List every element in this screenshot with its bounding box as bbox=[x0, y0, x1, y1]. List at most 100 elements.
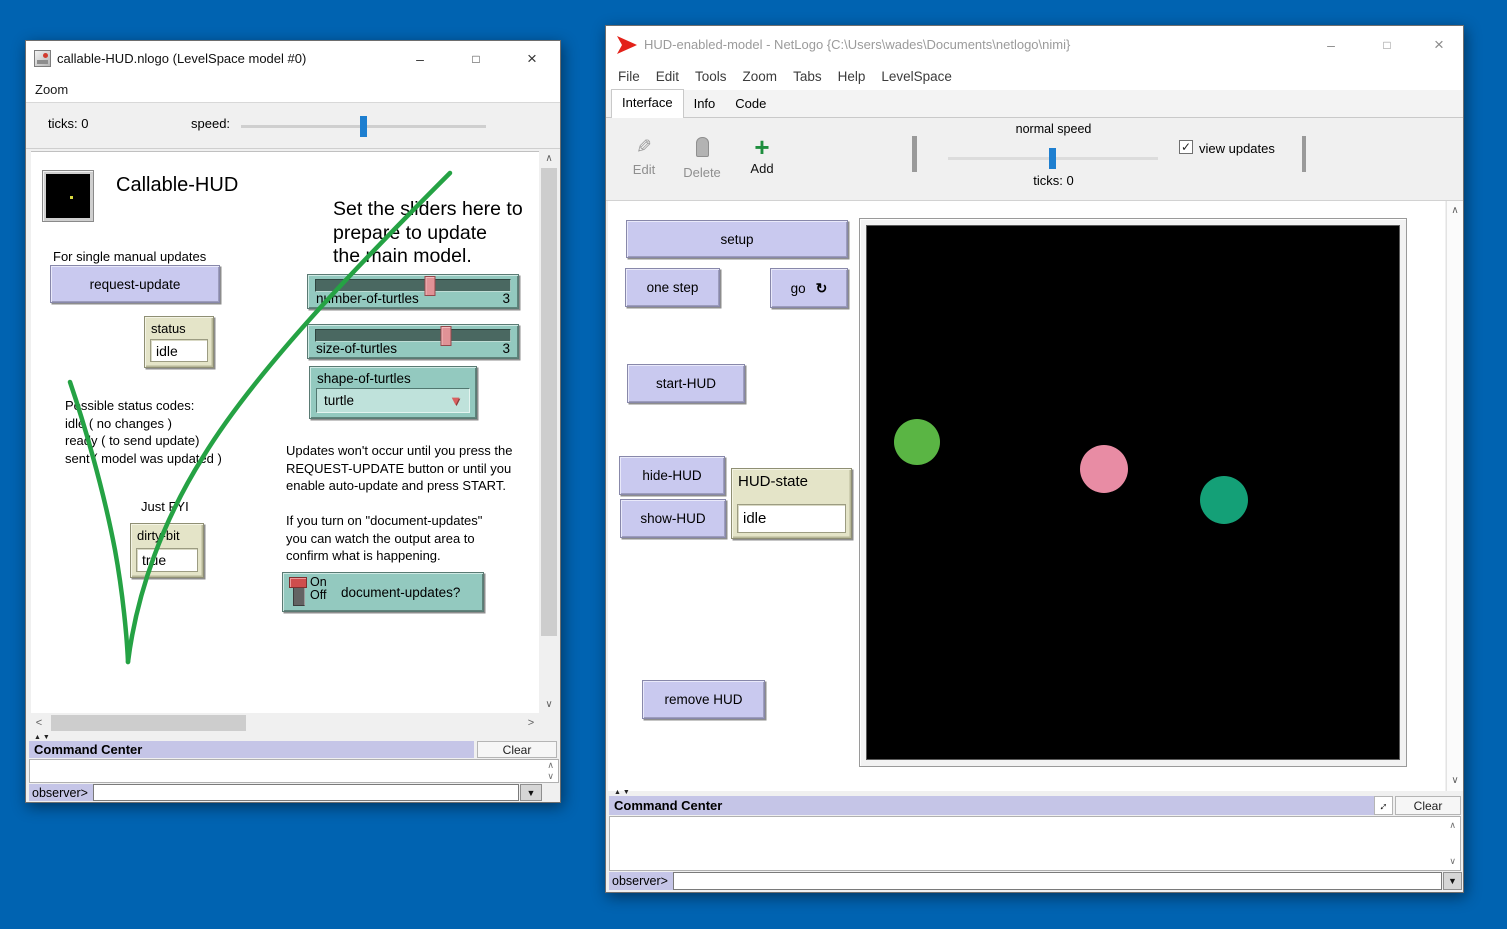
netlogo-menubar: File Edit Tools Zoom Tabs Help LevelSpac… bbox=[606, 63, 1463, 90]
slider-label: number-of-turtles bbox=[316, 291, 419, 306]
close-icon[interactable]: × bbox=[1415, 26, 1463, 63]
netlogo-logo-icon bbox=[616, 35, 638, 55]
model-window-icon bbox=[34, 50, 51, 67]
menu-zoom[interactable]: Zoom bbox=[26, 82, 77, 97]
menu-levelspace[interactable]: LevelSpace bbox=[873, 69, 960, 84]
menu-help[interactable]: Help bbox=[830, 69, 874, 84]
view-updates-checkbox[interactable]: ✓ bbox=[1179, 140, 1193, 154]
menu-zoom[interactable]: Zoom bbox=[735, 69, 786, 84]
scrollbar-thumb[interactable] bbox=[541, 168, 557, 636]
hud-state-value: idle bbox=[737, 504, 846, 533]
sliders-note: Set the sliders here to prepare to updat… bbox=[333, 198, 523, 269]
minimize-icon[interactable]: – bbox=[1303, 26, 1359, 63]
status-codes-line: idle ( no changes ) bbox=[65, 415, 222, 433]
minimize-icon[interactable]: – bbox=[392, 41, 448, 76]
scroll-up-icon[interactable]: ∧ bbox=[1449, 820, 1456, 831]
maximize-icon[interactable]: □ bbox=[1359, 26, 1415, 63]
sliders-note-line: the main model. bbox=[333, 245, 523, 269]
netlogo-window-title: HUD-enabled-model - NetLogo {C:\Users\wa… bbox=[644, 37, 1070, 52]
hud-toolbar: ticks: 0 speed: bbox=[26, 103, 560, 149]
updates-note: Updates won't occur until you press the … bbox=[286, 442, 513, 495]
scroll-down-icon[interactable]: ∨ bbox=[1449, 856, 1456, 867]
remove-hud-button[interactable]: remove HUD bbox=[642, 680, 765, 719]
scroll-up-icon[interactable]: ∧ bbox=[1447, 203, 1463, 219]
eraser-icon bbox=[696, 137, 709, 157]
interface-vertical-scrollbar[interactable]: ∧ ∨ bbox=[1446, 201, 1463, 791]
hud-model-window: callable-HUD.nlogo (LevelSpace model #0)… bbox=[25, 40, 561, 803]
switch-knob[interactable] bbox=[289, 577, 307, 588]
splitter-handle[interactable]: ▲▼ bbox=[614, 789, 632, 796]
go-label: go bbox=[791, 281, 806, 296]
updates-note-line: enable auto-update and press START. bbox=[286, 477, 513, 495]
document-updates-switch[interactable]: On Off document-updates? bbox=[282, 572, 484, 612]
main-speed-slider-handle[interactable] bbox=[1049, 148, 1056, 169]
hide-hud-button[interactable]: hide-HUD bbox=[619, 456, 725, 495]
world-view-canvas[interactable] bbox=[866, 225, 1400, 760]
scroll-down-icon[interactable]: ∨ bbox=[1447, 773, 1463, 789]
document-note-line: you can watch the output area to bbox=[286, 530, 482, 548]
setup-button[interactable]: setup bbox=[626, 220, 848, 258]
menu-tools[interactable]: Tools bbox=[687, 69, 735, 84]
status-codes-line: ready ( to send update) bbox=[65, 432, 222, 450]
menu-edit[interactable]: Edit bbox=[648, 69, 687, 84]
scroll-down-icon[interactable]: ∨ bbox=[539, 697, 559, 713]
scroll-right-icon[interactable]: > bbox=[523, 713, 539, 733]
command-output[interactable]: ∧ ∨ bbox=[609, 816, 1461, 871]
sliders-note-line: prepare to update bbox=[333, 222, 523, 246]
shape-chooser[interactable]: shape-of-turtles turtle ▼ bbox=[309, 366, 477, 419]
world-view[interactable] bbox=[859, 218, 1407, 767]
chooser-value: turtle bbox=[324, 393, 354, 408]
command-history-dropdown-icon[interactable]: ▼ bbox=[1443, 872, 1462, 890]
scroll-up-icon[interactable]: ∧ bbox=[539, 151, 559, 167]
command-center-header: Command Center bbox=[29, 741, 474, 758]
command-output[interactable]: ∧ ∨ bbox=[29, 759, 559, 783]
edit-button[interactable]: ✎ Edit bbox=[624, 136, 664, 177]
expand-command-center-icon[interactable]: ↕ bbox=[1374, 796, 1393, 815]
nl-slider[interactable]: size-of-turtles 3 bbox=[307, 324, 519, 359]
request-update-button[interactable]: request-update bbox=[50, 265, 220, 303]
scroll-left-icon[interactable]: < bbox=[31, 713, 47, 733]
delete-button[interactable]: Delete bbox=[680, 137, 724, 180]
updates-note-line: REQUEST-UPDATE button or until you bbox=[286, 460, 513, 478]
tab-code[interactable]: Code bbox=[725, 91, 776, 117]
tab-interface[interactable]: Interface bbox=[611, 89, 684, 118]
canvas-horizontal-scrollbar[interactable]: < > bbox=[31, 713, 539, 733]
command-history-dropdown-icon[interactable]: ▼ bbox=[520, 784, 542, 801]
forever-icon: ↻ bbox=[816, 280, 828, 297]
hud-menubar: Zoom bbox=[26, 76, 560, 103]
menu-tabs[interactable]: Tabs bbox=[785, 69, 830, 84]
show-hud-button[interactable]: show-HUD bbox=[620, 499, 726, 538]
dirty-bit-label: dirty-bit bbox=[131, 524, 203, 544]
command-input[interactable] bbox=[93, 784, 519, 801]
turtle bbox=[894, 419, 940, 465]
chooser-dropdown[interactable]: turtle ▼ bbox=[316, 388, 470, 413]
clear-button[interactable]: Clear bbox=[477, 741, 557, 758]
hud-window-titlebar[interactable]: callable-HUD.nlogo (LevelSpace model #0)… bbox=[26, 41, 560, 76]
clear-button[interactable]: Clear bbox=[1395, 796, 1461, 815]
netlogo-titlebar[interactable]: HUD-enabled-model - NetLogo {C:\Users\wa… bbox=[606, 26, 1463, 63]
interface-area: setup one step go ↻ start-HUD hide-HUD s… bbox=[608, 201, 1445, 791]
add-button[interactable]: + Add bbox=[744, 136, 780, 176]
command-input[interactable] bbox=[673, 872, 1442, 890]
just-fyi-note: Just FYI bbox=[141, 498, 189, 516]
canvas-vertical-scrollbar[interactable]: ∧ ∨ bbox=[539, 151, 559, 713]
one-step-button[interactable]: one step bbox=[625, 268, 720, 307]
status-monitor-value: idle bbox=[150, 339, 208, 362]
tab-info[interactable]: Info bbox=[684, 91, 726, 117]
nl-slider[interactable]: number-of-turtles 3 bbox=[307, 274, 519, 309]
chooser-dropdown-icon[interactable]: ▼ bbox=[449, 393, 462, 408]
splitter-handle[interactable]: ▲▼ bbox=[34, 734, 52, 741]
scrollbar-thumb[interactable] bbox=[51, 715, 246, 731]
start-hud-button[interactable]: start-HUD bbox=[627, 364, 745, 403]
dirty-bit-value: true bbox=[136, 548, 198, 572]
status-monitor-label: status bbox=[145, 317, 213, 337]
scroll-down-icon[interactable]: ∨ bbox=[547, 771, 554, 782]
speed-slider-handle[interactable] bbox=[360, 116, 367, 137]
speed-label: speed: bbox=[191, 116, 230, 131]
menu-file[interactable]: File bbox=[610, 69, 648, 84]
maximize-icon[interactable]: □ bbox=[448, 41, 504, 76]
switch-label: document-updates? bbox=[341, 573, 460, 611]
close-icon[interactable]: × bbox=[504, 41, 560, 76]
go-button[interactable]: go ↻ bbox=[770, 268, 848, 308]
scroll-up-icon[interactable]: ∧ bbox=[547, 760, 554, 771]
